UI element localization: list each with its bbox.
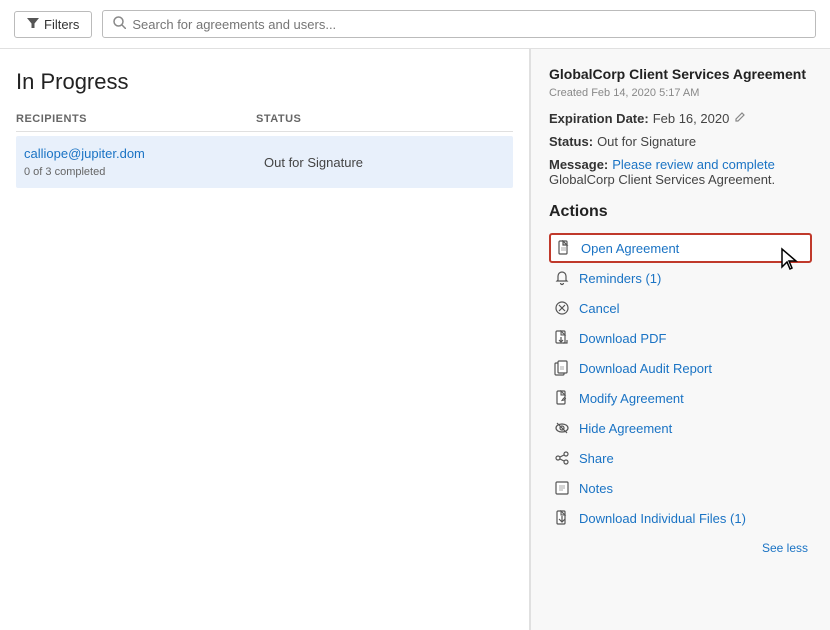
open-agreement-action[interactable]: Open Agreement — [549, 233, 812, 263]
expiration-row: Expiration Date: Feb 16, 2020 — [549, 111, 812, 126]
hide-agreement-action[interactable]: Hide Agreement — [549, 413, 812, 443]
edit-icon[interactable] — [734, 111, 746, 126]
expiration-label: Expiration Date: — [549, 111, 649, 126]
status-label: Status: — [549, 134, 593, 149]
hide-agreement-label: Hide Agreement — [579, 421, 672, 436]
download-pdf-icon — [553, 330, 571, 346]
col-status-header: STATUS — [256, 113, 513, 125]
download-audit-icon — [553, 360, 571, 376]
see-less-link[interactable]: See less — [549, 537, 812, 559]
modify-agreement-label: Modify Agreement — [579, 391, 684, 406]
top-bar: Filters — [0, 0, 830, 49]
share-action[interactable]: Share — [549, 443, 812, 473]
notes-action[interactable]: Notes — [549, 473, 812, 503]
notes-label: Notes — [579, 481, 613, 496]
search-input[interactable] — [132, 17, 805, 32]
bell-icon — [553, 270, 571, 286]
filter-label: Filters — [44, 17, 79, 32]
message-row: Message: Please review and complete Glob… — [549, 157, 812, 187]
share-icon — [553, 450, 571, 466]
filter-button[interactable]: Filters — [14, 11, 92, 38]
right-panel: GlobalCorp Client Services Agreement Cre… — [530, 49, 830, 630]
message-text-blue: Please review and complete — [612, 157, 778, 172]
notes-icon — [553, 480, 571, 496]
actions-title: Actions — [549, 203, 812, 221]
recipient-email: calliope@jupiter.dom — [24, 146, 264, 161]
modify-icon — [553, 390, 571, 406]
download-individual-files-label: Download Individual Files (1) — [579, 511, 746, 526]
table-row[interactable]: calliope@jupiter.dom 0 of 3 completed Ou… — [16, 136, 513, 188]
message-text-normal: GlobalCorp Client Services Agreement. — [549, 172, 775, 187]
download-pdf-label: Download PDF — [579, 331, 666, 346]
download-audit-report-label: Download Audit Report — [579, 361, 712, 376]
download-individual-files-action[interactable]: Download Individual Files (1) — [549, 503, 812, 533]
expiration-value: Feb 16, 2020 — [653, 111, 730, 126]
recipient-info: calliope@jupiter.dom 0 of 3 completed — [24, 146, 264, 178]
reminders-action[interactable]: Reminders (1) — [549, 263, 812, 293]
filter-icon — [27, 17, 39, 32]
search-icon — [113, 16, 126, 32]
left-panel: In Progress RECIPIENTS STATUS calliope@j… — [0, 49, 530, 630]
hide-icon — [553, 420, 571, 436]
modify-agreement-action[interactable]: Modify Agreement — [549, 383, 812, 413]
main-content: In Progress RECIPIENTS STATUS calliope@j… — [0, 49, 830, 630]
download-pdf-action[interactable]: Download PDF — [549, 323, 812, 353]
agreement-title: GlobalCorp Client Services Agreement — [549, 65, 812, 83]
search-box — [102, 10, 816, 38]
col-recipients-header: RECIPIENTS — [16, 113, 256, 125]
open-agreement-label: Open Agreement — [581, 241, 679, 256]
cancel-label: Cancel — [579, 301, 619, 316]
message-label: Message: — [549, 157, 608, 172]
download-files-icon — [553, 510, 571, 526]
file-icon — [555, 240, 573, 256]
table-header: RECIPIENTS STATUS — [16, 113, 513, 132]
cancel-icon — [553, 300, 571, 316]
share-label: Share — [579, 451, 614, 466]
agreement-created: Created Feb 14, 2020 5:17 AM — [549, 87, 812, 99]
recipient-progress: 0 of 3 completed — [24, 166, 105, 178]
reminders-label: Reminders (1) — [579, 271, 661, 286]
cancel-action[interactable]: Cancel — [549, 293, 812, 323]
download-audit-report-action[interactable]: Download Audit Report — [549, 353, 812, 383]
status-row: Status: Out for Signature — [549, 134, 812, 149]
row-status: Out for Signature — [264, 155, 505, 170]
status-value: Out for Signature — [597, 134, 696, 149]
section-title: In Progress — [16, 69, 513, 95]
